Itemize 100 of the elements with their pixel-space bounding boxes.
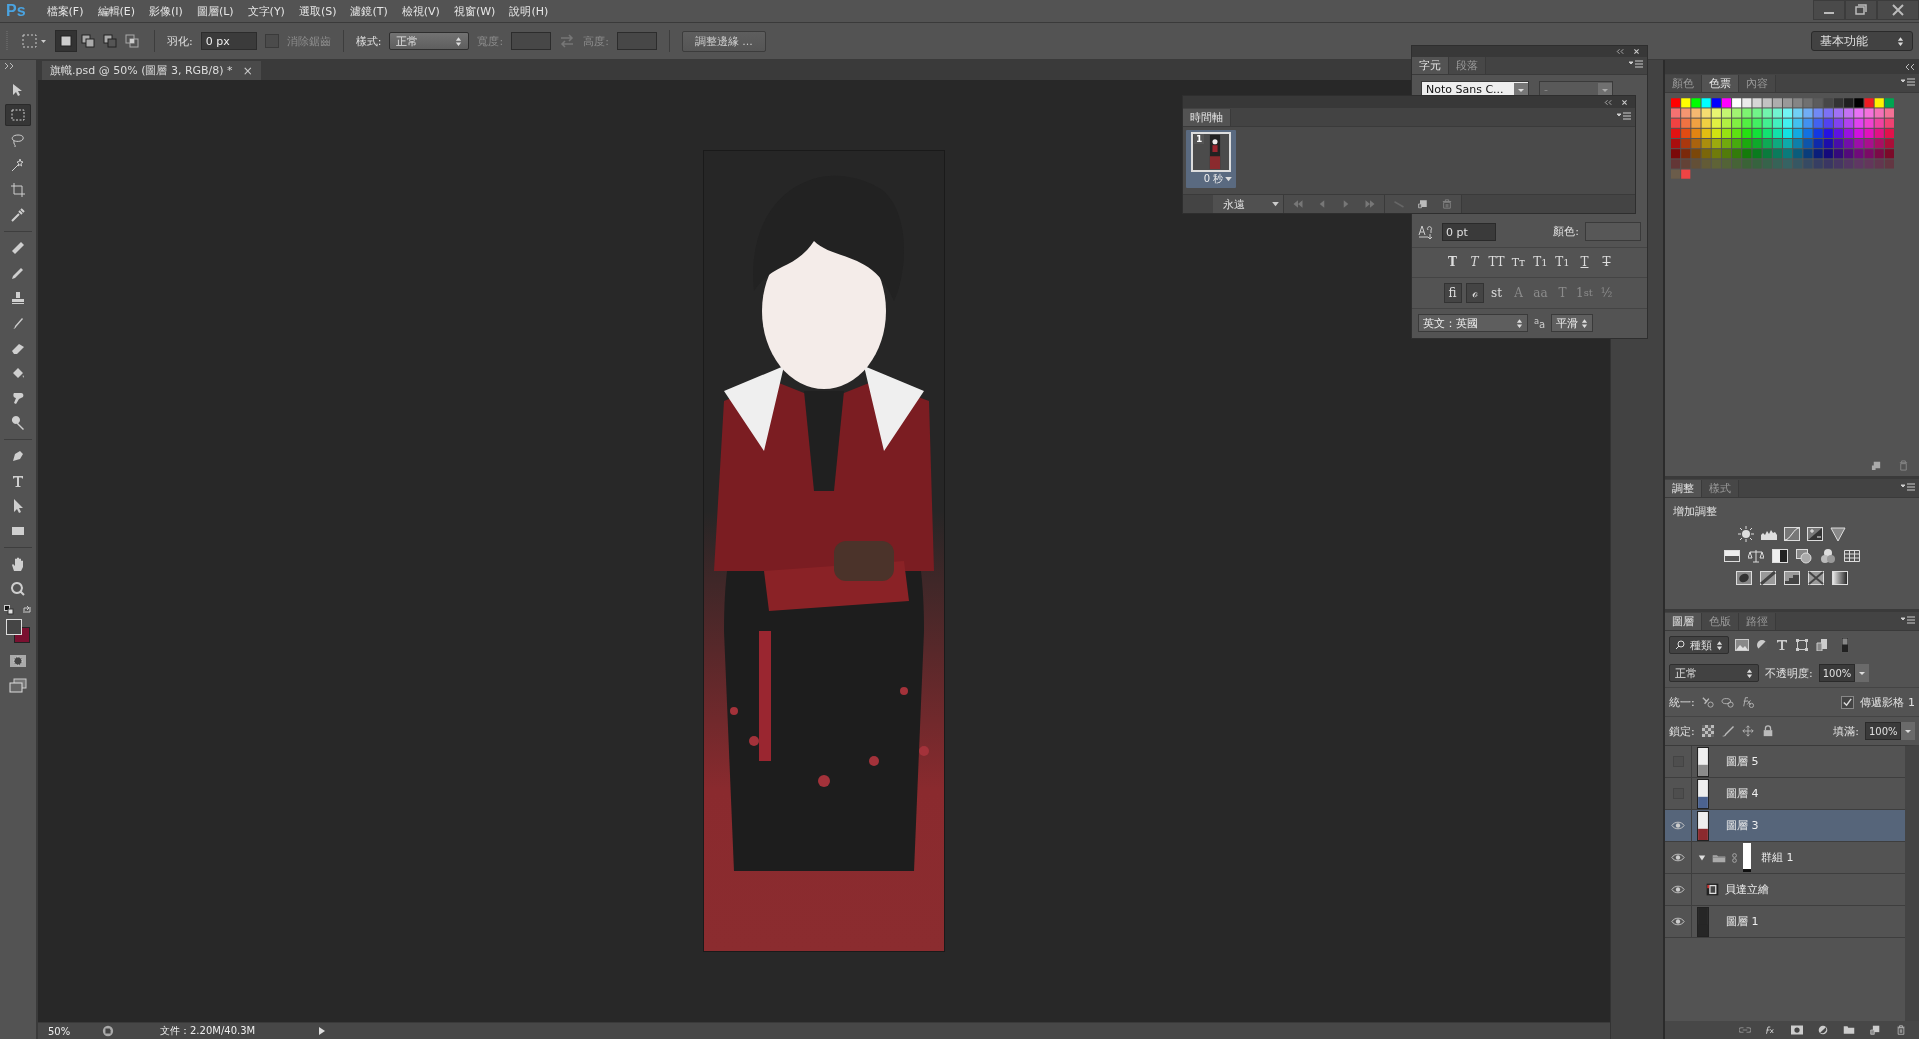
crop-icon[interactable]: [10, 182, 26, 198]
feather-field[interactable]: 0 px: [200, 32, 257, 50]
text-style-button[interactable]: T: [1597, 252, 1616, 273]
camera-filter-icon[interactable]: [1796, 548, 1812, 564]
expand-arrow-icon[interactable]: [318, 1026, 326, 1036]
adjustment-layer-icon[interactable]: [1817, 1025, 1829, 1035]
document-tab[interactable]: 旗幟.psd @ 50% (圖層 3, RGB/8) * ×: [42, 61, 261, 80]
duplicate-frame-icon[interactable]: [1417, 199, 1429, 209]
layer-row[interactable]: 圖層 5: [1665, 746, 1905, 778]
default-colors-icon[interactable]: [4, 605, 14, 615]
menu-item[interactable]: 檔案(F): [39, 3, 91, 19]
restore-icon[interactable]: [1845, 0, 1877, 20]
text-color-swatch[interactable]: [1585, 222, 1641, 242]
panel-menu-icon[interactable]: [1901, 78, 1915, 88]
panel-tab[interactable]: 時間軸: [1183, 109, 1231, 126]
exposure-icon[interactable]: [1807, 526, 1823, 542]
panel-menu-icon[interactable]: [1629, 59, 1643, 70]
type-tool-icon[interactable]: [10, 473, 26, 489]
move-lock-icon[interactable]: [1740, 725, 1755, 737]
panel-tab[interactable]: 顏色: [1665, 75, 1702, 92]
panel-tab[interactable]: 內容: [1739, 75, 1776, 92]
trash-icon[interactable]: [1895, 1025, 1907, 1035]
filter-kind-dropdown[interactable]: 種類: [1669, 636, 1729, 654]
panel-tab[interactable]: 色票: [1702, 75, 1739, 92]
link-icon[interactable]: [1739, 1025, 1751, 1035]
minimize-icon[interactable]: [1813, 0, 1845, 20]
zoom-icon[interactable]: [10, 581, 26, 597]
marquee-icon[interactable]: [10, 107, 26, 123]
curve-icon[interactable]: [1784, 526, 1800, 542]
hand-icon[interactable]: [10, 556, 26, 572]
eye-icon[interactable]: [1671, 821, 1685, 830]
cross-square-icon[interactable]: [1808, 570, 1824, 586]
baseline-shift-field[interactable]: 0 pt: [1442, 222, 1496, 241]
collapse-icon[interactable]: [1615, 47, 1624, 55]
selection-mode-icon[interactable]: [78, 31, 98, 51]
menu-item[interactable]: 檢視(V): [394, 3, 447, 19]
collapse-icon[interactable]: [1903, 63, 1915, 71]
gradient-icon[interactable]: [1832, 570, 1848, 586]
opentype-button[interactable]: fi: [1443, 282, 1462, 303]
refine-edge-button[interactable]: 調整邊緣 ...: [681, 30, 766, 52]
eye-icon[interactable]: [1671, 853, 1685, 862]
panel-tab[interactable]: 圖層: [1665, 613, 1702, 630]
tab-close-button[interactable]: ×: [242, 63, 253, 78]
circles-icon[interactable]: [1820, 548, 1836, 564]
eye-icon[interactable]: [1671, 885, 1685, 894]
height-field[interactable]: [616, 32, 657, 50]
invert-icon[interactable]: [1736, 570, 1752, 586]
fill-field[interactable]: 100%: [1865, 722, 1901, 740]
layer-row[interactable]: 圖層 1: [1665, 906, 1905, 938]
panel-tab[interactable]: 色版: [1702, 613, 1739, 630]
close-icon[interactable]: [1877, 0, 1919, 20]
style-dropdown[interactable]: 正常: [389, 32, 470, 50]
sun-icon[interactable]: [1738, 526, 1754, 542]
layer-row[interactable]: 圖層 3: [1665, 810, 1905, 842]
menu-item[interactable]: 視窗(W): [446, 3, 503, 19]
new-swatch-icon[interactable]: [1871, 460, 1882, 471]
fx-icon[interactable]: [1765, 1025, 1777, 1035]
folder-icon[interactable]: [1843, 1025, 1855, 1035]
text-style-button[interactable]: T: [1465, 252, 1484, 273]
menu-item[interactable]: 選取(S): [291, 3, 344, 19]
bandage-icon[interactable]: [10, 240, 26, 256]
caret-icon[interactable]: [1698, 853, 1706, 862]
gradient-bar-icon[interactable]: [1724, 548, 1740, 564]
text-style-button[interactable]: T: [1575, 252, 1594, 273]
image-filter-icon[interactable]: [1735, 639, 1749, 651]
menu-item[interactable]: 說明(H): [502, 3, 556, 19]
eye-icon[interactable]: [1671, 917, 1685, 926]
text-style-button[interactable]: Tт: [1509, 252, 1528, 273]
type-filter-icon[interactable]: [1775, 639, 1789, 651]
swap-colors-icon[interactable]: [22, 605, 32, 615]
zoom-level[interactable]: 50%: [38, 1025, 96, 1037]
collapse-icon[interactable]: [4, 62, 16, 70]
grid-icon[interactable]: [1844, 548, 1860, 564]
eyedropper-icon[interactable]: [10, 207, 26, 223]
menu-item[interactable]: 影像(I): [142, 3, 190, 19]
pen-icon[interactable]: [10, 448, 26, 464]
half-circle-icon[interactable]: [1755, 639, 1769, 651]
export-icon[interactable]: [102, 1025, 114, 1037]
collapse-icon[interactable]: [1603, 98, 1612, 106]
loop-dropdown[interactable]: 永遠: [1213, 195, 1284, 213]
panel-menu-icon[interactable]: [1617, 112, 1631, 122]
dodge-icon[interactable]: [10, 415, 26, 431]
quick-mask-icon[interactable]: [9, 653, 27, 669]
language-dropdown[interactable]: 英文：英國: [1418, 314, 1528, 333]
diagonal-icon[interactable]: [1760, 570, 1776, 586]
layer-row[interactable]: 群組 1: [1665, 842, 1905, 874]
mask-icon[interactable]: [1791, 1025, 1803, 1035]
opacity-field[interactable]: 100%: [1818, 664, 1855, 682]
pin-link-icon[interactable]: [1700, 696, 1715, 708]
magic-wand-icon[interactable]: [10, 157, 26, 173]
panel-menu-icon[interactable]: [1901, 616, 1915, 626]
eye-link-icon[interactable]: [1720, 696, 1735, 708]
menu-item[interactable]: 文字(Y): [240, 3, 292, 19]
pencil-icon[interactable]: [10, 265, 26, 281]
color-chips-icon[interactable]: [4, 618, 32, 644]
triangle-icon[interactable]: [1830, 526, 1846, 542]
color-swatch-grid[interactable]: [1671, 98, 1895, 180]
caret-icon[interactable]: [1901, 722, 1915, 740]
animation-frame[interactable]: 1 0 秒: [1186, 130, 1236, 188]
lasso-icon[interactable]: [10, 132, 26, 148]
